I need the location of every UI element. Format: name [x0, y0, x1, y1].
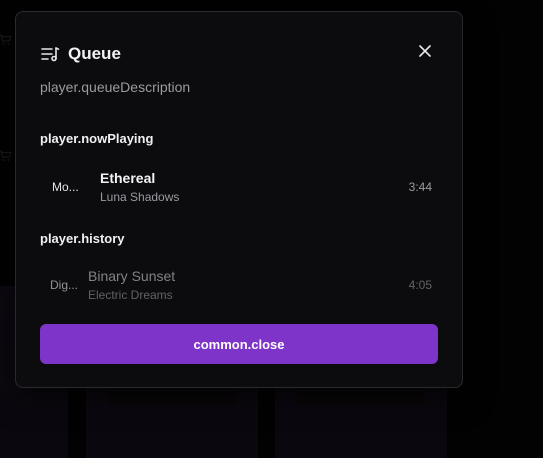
track-thumbnail: Dig...	[50, 278, 79, 292]
queue-dialog: Queue player.queueDescription player.now…	[15, 11, 463, 388]
track-duration: 4:05	[408, 278, 432, 292]
now-playing-label: player.nowPlaying	[40, 131, 154, 146]
track-duration: 3:44	[408, 180, 432, 194]
dialog-header: Queue	[40, 42, 121, 66]
close-dialog-button[interactable]: common.close	[40, 324, 438, 364]
track-thumbnail: Mo...	[52, 180, 79, 194]
history-label: player.history	[40, 231, 125, 246]
track-artist: Electric Dreams	[88, 287, 173, 302]
track-title: Ethereal	[100, 169, 156, 186]
close-button[interactable]	[416, 44, 434, 62]
dialog-title: Queue	[68, 44, 121, 63]
history-track[interactable]: Dig... Binary Sunset Electric Dreams 4:0…	[40, 264, 440, 306]
close-icon	[419, 44, 431, 62]
queue-list-icon	[40, 44, 60, 64]
now-playing-track[interactable]: Mo... Ethereal Luna Shadows 3:44	[40, 166, 440, 208]
dialog-description: player.queueDescription	[40, 79, 191, 95]
track-title: Binary Sunset	[88, 267, 176, 284]
track-artist: Luna Shadows	[100, 189, 180, 204]
